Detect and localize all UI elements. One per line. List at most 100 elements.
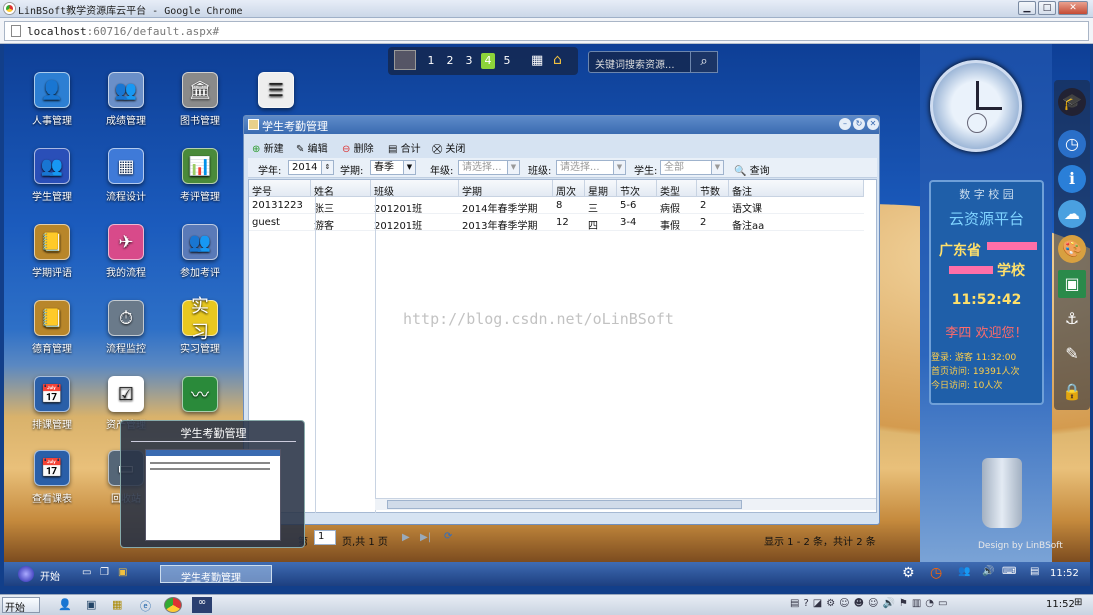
desktop-icon[interactable]: 📊 考评管理 [165,148,235,203]
page-2[interactable]: 2 [443,54,457,67]
close-window-button[interactable]: ⛒ 关闭 [432,140,465,155]
desktop-icon[interactable]: ☰ [241,72,311,112]
horizontal-scrollbar[interactable] [375,498,876,510]
task-attendance[interactable]: 学生考勤管理 [160,565,272,584]
maximize-button[interactable]: □ [1038,1,1056,15]
windows-icon[interactable]: ❐ [100,567,109,578]
terminal-icon[interactable]: ▣ [86,598,96,611]
os-start-button[interactable]: 开始 [2,597,40,614]
page-3[interactable]: 3 [462,54,476,67]
desktop-icon[interactable]: 👤 人事管理 [17,72,87,127]
home-icon[interactable]: ⌂ [553,52,562,68]
column-header[interactable]: 类型 [657,180,697,198]
desktop-icon-glyph: ✈ [108,224,144,260]
new-button[interactable]: ⊕ 新建 [252,140,284,155]
desktop-icon[interactable]: ✈ 我的流程 [91,224,161,279]
ie-icon[interactable]: ⓔ [140,598,151,614]
keyboard-icon[interactable]: ⌨ [1002,566,1016,577]
clock-icon[interactable]: ◷ [1058,130,1086,158]
desktop-icon[interactable]: 📅 查看课表 [17,450,87,505]
palette-icon[interactable]: 🎨 [1058,235,1086,263]
lock-icon[interactable]: 🔒 [1058,378,1086,406]
window-minimize-button[interactable]: – [839,118,851,130]
search-button[interactable]: ⌕ [690,51,718,73]
column-header[interactable]: 周次 [553,180,585,198]
table-row[interactable]: guest 游客 201201班 2013年春季学期 12 四 3-4 事假 2 备注aa [249,214,876,232]
grid-view-icon[interactable]: ▦ [531,53,543,68]
desktop-icon[interactable]: 👥 学生管理 [17,148,87,203]
term-select[interactable]: 春季 ▼ [370,160,416,175]
weather-icon[interactable]: ☁ [1058,200,1086,228]
show-desktop-icon[interactable]: ▭ [82,567,91,578]
explorer-icon[interactable]: ▦ [112,598,122,611]
app-taskbar-icon[interactable]: ∞ [192,597,212,613]
grade-select[interactable]: 请选择... ▼ [458,160,520,175]
desktop-icon[interactable]: 📅 排课管理 [17,376,87,431]
folder-icon[interactable]: ▣ [118,567,127,578]
desktop-icon[interactable]: 📒 德育管理 [17,300,87,355]
volume-icon[interactable]: 🔊 [982,566,994,577]
scrollbar-thumb[interactable] [387,500,742,509]
minimize-button[interactable]: ▁ [1018,1,1036,15]
refresh-icon[interactable]: ⟳ [444,531,452,542]
start-button[interactable]: 开始 [40,568,60,583]
page-5[interactable]: 5 [500,54,514,67]
user-icon[interactable]: 👤 [58,598,72,611]
calendar-icon[interactable]: ▤ [1030,566,1039,577]
thumbnail-icon[interactable] [394,50,416,70]
recycle-bin-icon[interactable] [982,458,1022,528]
show-desktop-button[interactable]: ⊞ [1074,597,1082,608]
desktop-icon[interactable]: ⏱ 流程监控 [91,300,161,355]
year-stepper[interactable]: 2014 ⇕ [288,160,334,175]
column-header[interactable]: 备注 [729,180,864,198]
chrome-taskbar-icon[interactable] [164,597,182,613]
delete-button[interactable]: ⊖ 删除 [342,140,374,155]
window-restore-button[interactable]: ↻ [853,118,865,130]
column-header[interactable]: 学号 [249,180,311,198]
desktop-icon[interactable]: 📒 学期评语 [17,224,87,279]
class-select[interactable]: 请选择... ▼ [556,160,626,175]
desktop-icon[interactable]: 〰 [165,376,235,416]
info-icon[interactable]: ℹ [1058,165,1086,193]
desktop-icon[interactable]: 实习 实习管理 [165,296,235,355]
column-header[interactable]: 星期 [585,180,617,198]
column-header[interactable]: 节次 [617,180,657,198]
taskbar-thumbnail-preview[interactable]: 学生考勤管理 [120,420,305,548]
table-row[interactable]: 20131223 张三 201201班 2014年春季学期 8 三 5-6 病假 2 语文课 [249,197,876,215]
next-page-icon[interactable]: ▶ [402,532,410,543]
watermark: http://blog.csdn.net/oLinBSoft [403,310,674,328]
desktop-icon-label: 成绩管理 [106,116,146,127]
anchor-icon[interactable]: ⚓ [1058,305,1086,333]
table-cell: 游客 [311,214,371,232]
timer-icon[interactable]: ◷ [930,565,942,581]
query-button[interactable]: 🔍 查询 [734,162,770,177]
column-header[interactable]: 姓名 [311,180,371,198]
close-button[interactable]: ✕ [1058,1,1088,15]
users-icon[interactable]: 👥 [958,566,970,577]
sum-button[interactable]: ▤ 合计 [388,140,421,155]
column-header[interactable]: 节数 [697,180,729,198]
column-header[interactable]: 学期 [459,180,553,198]
system-tray-icons[interactable]: ▤?◪⚙☺☻☺🔊⚑▥◔▭ [790,598,951,609]
clock-subdial [967,113,987,133]
desktop-icon[interactable]: 👥 参加考评 [165,224,235,279]
start-orb-icon[interactable] [18,566,34,582]
page-1[interactable]: 1 [424,54,438,67]
graduation-cap-icon[interactable]: 🎓 [1058,88,1086,116]
desktop-icon[interactable]: 👥 成绩管理 [91,72,161,127]
url-field[interactable]: localhost:60716/default.aspx# [4,21,1089,41]
settings-tools-icon[interactable]: ✎ [1058,340,1086,368]
window-switch-icon[interactable]: ▣ [1058,270,1086,298]
edit-button[interactable]: ✎ 编辑 [296,140,328,155]
stepper-arrows-icon[interactable]: ⇕ [321,161,333,174]
settings-icon[interactable]: ⚙ [902,565,915,581]
student-select[interactable]: 全部 ▼ [660,160,724,175]
desktop-icon[interactable]: ▦ 流程设计 [91,148,161,203]
desktop-icon[interactable]: 🏛 图书管理 [165,72,235,127]
column-header[interactable]: 班级 [371,180,459,198]
page-number-input[interactable]: 1 [314,530,336,545]
window-close-button[interactable]: ✕ [867,118,879,130]
page-4-active[interactable]: 4 [481,53,495,69]
student-label: 学生: [634,166,658,177]
last-page-icon[interactable]: ▶| [420,532,431,543]
